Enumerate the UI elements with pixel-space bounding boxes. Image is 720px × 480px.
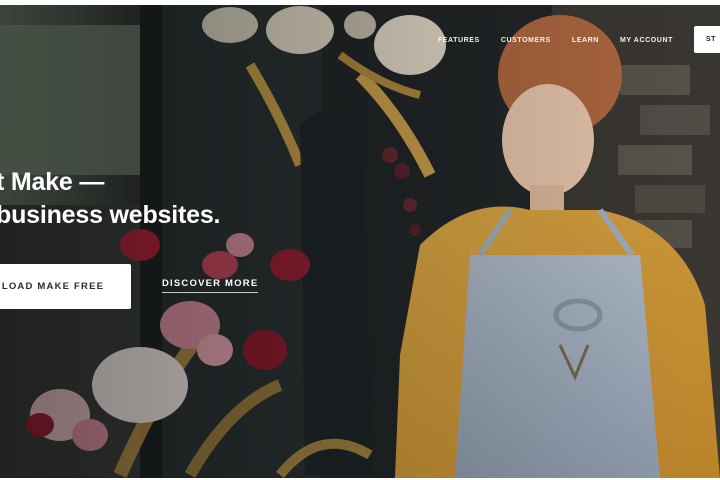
nav-link-my-account[interactable]: MY ACCOUNT xyxy=(620,37,673,44)
nav-link-customers[interactable]: CUSTOMERS xyxy=(501,37,551,44)
hero-headline: t Make — business websites. xyxy=(0,166,220,232)
top-navigation: FEATURES CUSTOMERS LEARN MY ACCOUNT ST xyxy=(438,26,720,53)
headline-line-2: business websites. xyxy=(0,201,221,229)
hero-section: FEATURES CUSTOMERS LEARN MY ACCOUNT ST t… xyxy=(0,5,720,478)
hero-background-image xyxy=(0,5,720,478)
download-make-free-button[interactable]: ILOAD MAKE FREE xyxy=(0,264,131,309)
nav-link-features[interactable]: FEATURES xyxy=(438,37,480,44)
nav-link-learn[interactable]: LEARN xyxy=(572,37,599,44)
headline-line-1: t Make — xyxy=(0,168,105,196)
nav-start-button[interactable]: ST xyxy=(694,26,720,53)
discover-more-link[interactable]: DISCOVER MORE xyxy=(162,278,259,293)
